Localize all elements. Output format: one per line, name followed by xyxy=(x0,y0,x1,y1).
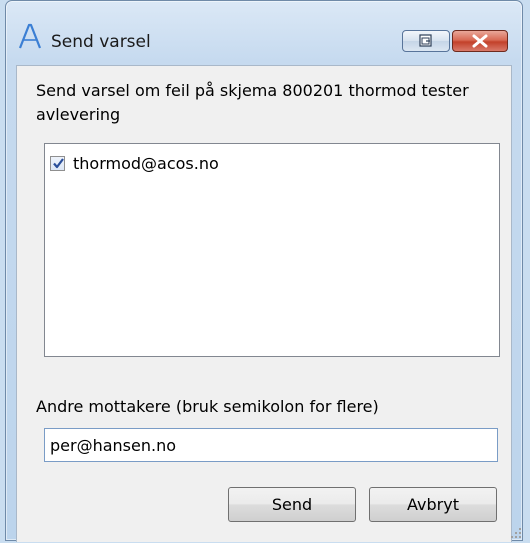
cancel-button[interactable]: Avbryt xyxy=(369,487,497,522)
checkmark-icon xyxy=(52,157,65,170)
recipient-label: thormod@acos.no xyxy=(73,154,219,173)
recipients-list[interactable]: thormod@acos.no xyxy=(44,143,500,357)
close-button[interactable] xyxy=(452,30,508,52)
acos-logo-icon xyxy=(18,23,42,49)
notice-message: Send varsel om feil på skjema 800201 tho… xyxy=(36,79,486,127)
recipient-checkbox[interactable] xyxy=(50,156,65,171)
other-recipients-input[interactable] xyxy=(44,428,498,462)
other-recipients-label: Andre mottakere (bruk semikolon for fler… xyxy=(36,397,379,416)
title-bar[interactable]: Send varsel xyxy=(6,1,522,45)
resize-grip-icon[interactable] xyxy=(510,524,522,536)
close-icon xyxy=(453,36,507,55)
restore-button[interactable] xyxy=(402,30,450,52)
window-title: Send varsel xyxy=(51,32,151,52)
list-item[interactable]: thormod@acos.no xyxy=(50,152,219,174)
send-button[interactable]: Send xyxy=(228,487,356,522)
restore-icon xyxy=(403,36,449,55)
